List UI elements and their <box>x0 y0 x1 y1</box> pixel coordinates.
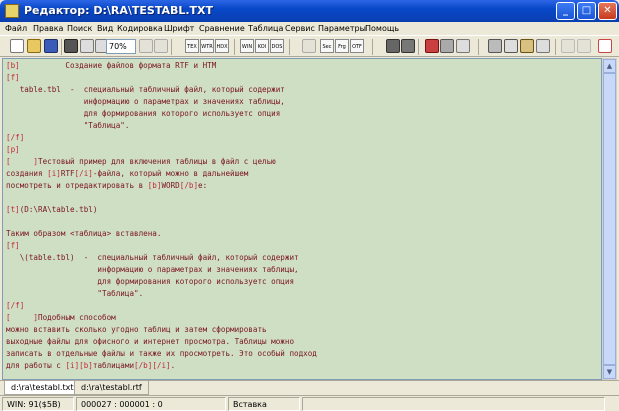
status-empty <box>302 397 605 411</box>
zoom-in-icon[interactable] <box>139 39 153 53</box>
select-all-icon[interactable] <box>536 39 550 53</box>
zoom-select[interactable]: 70% <box>106 39 136 54</box>
menu-compare[interactable]: Сравнение <box>199 22 245 35</box>
open-folder-icon[interactable] <box>27 39 41 53</box>
note-icon[interactable] <box>456 39 470 53</box>
menu-help[interactable]: Помощь <box>365 22 399 35</box>
list-icon[interactable] <box>302 39 316 53</box>
enc-koi-button[interactable]: KOI <box>255 39 269 53</box>
app-icon <box>5 4 19 18</box>
editor-line[interactable]: \(table.tbl) - специальный табличный фай… <box>6 252 299 264</box>
save-icon[interactable] <box>44 39 58 53</box>
editor-line[interactable]: информацию о параметрах и значениях табл… <box>6 264 298 276</box>
editor-line[interactable]: можно вставить сколько угодно таблиц и з… <box>6 324 267 336</box>
menu-table[interactable]: Таблица <box>248 22 283 35</box>
window-title: Редактор: D:\RA\TESTABL.TXT <box>24 4 214 17</box>
editor-line[interactable]: [b] Создание файлов формата RTF и HTM <box>6 60 216 72</box>
copy-icon[interactable] <box>504 39 518 53</box>
minimize-button[interactable]: _ <box>556 2 575 20</box>
undo-icon[interactable] <box>561 39 575 53</box>
menu-encoding[interactable]: Кодировка <box>117 22 163 35</box>
enc-wtr-button[interactable]: WTR <box>200 39 214 53</box>
menu-search[interactable]: Поиск <box>67 22 92 35</box>
tab-testabl-txt[interactable]: d:\ra\testabl.txt <box>4 381 81 395</box>
editor-line[interactable]: Таким образом <таблица> вставлена. <box>6 228 161 240</box>
scroll-up-icon[interactable]: ▲ <box>603 59 616 73</box>
editor-line[interactable]: создания [i]RTF[/i]-файла, который можно… <box>6 168 248 180</box>
menu-bar: Файл Правка Поиск Вид Кодировка Шрифт Ср… <box>0 22 619 35</box>
macro-icon[interactable] <box>440 39 454 53</box>
editor-line[interactable]: [/f] <box>6 300 24 312</box>
enc-win-button[interactable]: WIN <box>240 39 254 53</box>
document-tabs: d:\ra\testabl.txt d:\ra\testabl.rtf <box>0 380 619 395</box>
settings-icon[interactable] <box>401 39 415 53</box>
editor-line[interactable]: [ ]Тестовый пример для включения таблицы… <box>6 156 276 168</box>
editor-line[interactable]: [f] <box>6 72 20 84</box>
editor-line[interactable]: [f] <box>6 240 20 252</box>
status-bar: WIN: 91($5B) 000027 : 000001 : 0 Вставка <box>0 395 619 411</box>
menu-params[interactable]: Параметры <box>318 22 366 35</box>
status-encoding: WIN: 91($5B) <box>2 397 74 411</box>
editor-line[interactable]: [t](D:\RA\table.tbl) <box>6 204 97 216</box>
editor-line[interactable]: "Таблица". <box>6 120 130 132</box>
menu-font[interactable]: Шрифт <box>164 22 194 35</box>
cut-icon[interactable] <box>488 39 502 53</box>
editor-line[interactable]: информацию о параметрах и значениях табл… <box>6 96 285 108</box>
editor-line[interactable]: для формирования которого используетс оп… <box>6 108 281 120</box>
paste-icon[interactable] <box>520 39 534 53</box>
sec-button[interactable]: Sec <box>320 39 334 53</box>
tab-testabl-rtf[interactable]: d:\ra\testabl.rtf <box>74 381 149 395</box>
menu-file[interactable]: Файл <box>5 22 27 35</box>
help-icon[interactable] <box>598 39 612 53</box>
scroll-thumb[interactable] <box>603 73 616 365</box>
scroll-down-icon[interactable]: ▼ <box>603 365 616 379</box>
vertical-scrollbar[interactable]: ▲ ▼ <box>602 58 617 380</box>
editor-line[interactable]: выходные файлы для офисного и интернет п… <box>6 336 294 348</box>
menu-view[interactable]: Вид <box>97 22 113 35</box>
tools-icon[interactable] <box>386 39 400 53</box>
editor-line[interactable]: table.tbl - специальный табличный файл, … <box>6 84 285 96</box>
zoom-out-icon[interactable] <box>154 39 168 53</box>
record-icon[interactable] <box>425 39 439 53</box>
text-editor[interactable]: [b] Создание файлов формата RTF и HTM [f]… <box>2 58 602 380</box>
close-button[interactable]: ✕ <box>598 2 617 20</box>
editor-line[interactable]: [p] <box>6 144 20 156</box>
find-icon[interactable] <box>80 39 94 53</box>
title-bar[interactable]: Редактор: D:\RA\TESTABL.TXT _ □ ✕ <box>0 0 619 22</box>
menu-service[interactable]: Сервис <box>285 22 315 35</box>
status-mode: Вставка <box>228 397 300 411</box>
editor-line[interactable]: посмотреть и отредактировать в [b]WORD[/… <box>6 180 207 192</box>
enc-hdx-button[interactable]: HDX <box>215 39 229 53</box>
enc-dos-button[interactable]: DOS <box>270 39 284 53</box>
editor-line[interactable]: записать в отдельные файлы и также их пр… <box>6 348 317 360</box>
new-file-icon[interactable] <box>10 39 24 53</box>
editor-line[interactable]: для формирования которого используетс оп… <box>6 276 294 288</box>
toolbar: 70% TEX WTR HDX WIN KOI DOS Sec Frg OTF <box>0 35 619 57</box>
menu-edit[interactable]: Правка <box>33 22 63 35</box>
status-position: 000027 : 000001 : 0 <box>76 397 226 411</box>
print-icon[interactable] <box>64 39 78 53</box>
editor-line[interactable]: для работы с [i][b]таблицами[/b][/i]. <box>6 360 175 372</box>
otf-button[interactable]: OTF <box>350 39 364 53</box>
frg-button[interactable]: Frg <box>335 39 349 53</box>
editor-line[interactable]: [ ]Подобным способом <box>6 312 116 324</box>
editor-line[interactable]: "Таблица". <box>6 288 143 300</box>
maximize-button[interactable]: □ <box>577 2 596 20</box>
redo-icon[interactable] <box>577 39 591 53</box>
editor-line[interactable]: [/f] <box>6 132 24 144</box>
enc-tex-button[interactable]: TEX <box>185 39 199 53</box>
